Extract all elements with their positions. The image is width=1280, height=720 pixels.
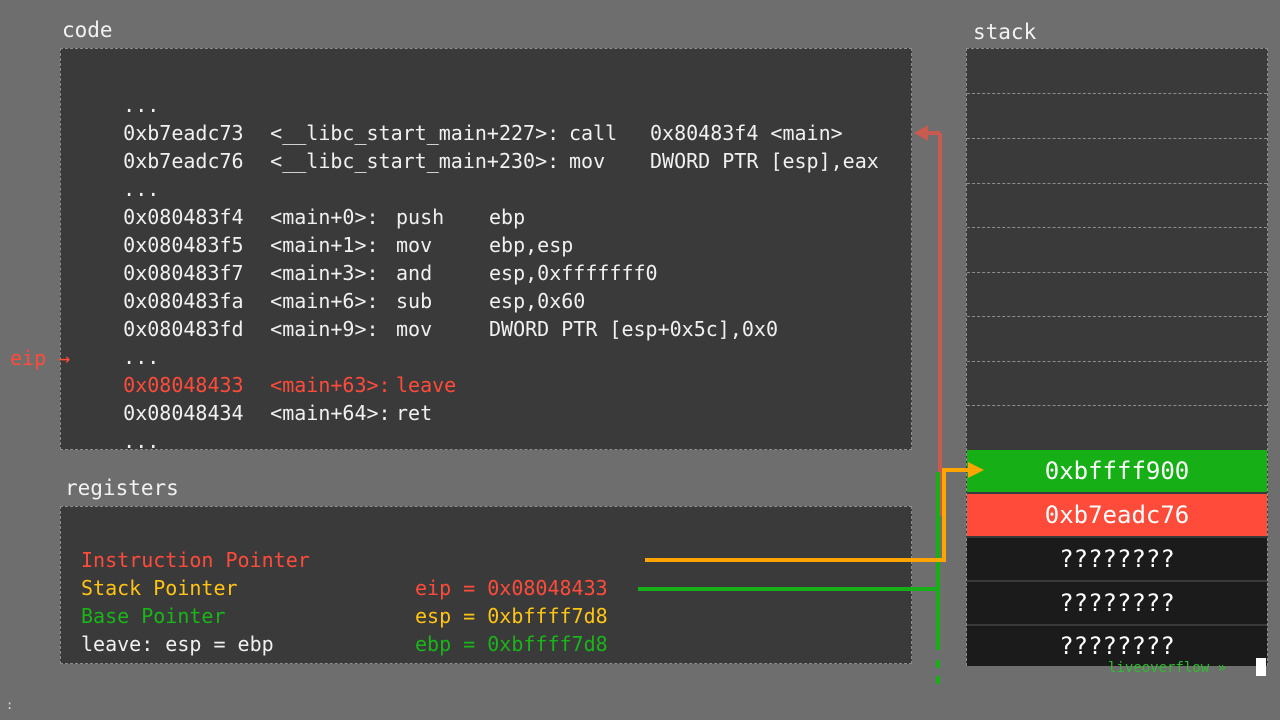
pointer-arrows [638, 125, 984, 684]
esp-arrow [645, 462, 984, 562]
return-address-arrow [914, 125, 942, 516]
ebp-arrow [638, 472, 940, 684]
corner-dots: : [6, 698, 14, 712]
cursor-block [1256, 658, 1266, 676]
watermark: liveoverflow » [1108, 660, 1227, 676]
